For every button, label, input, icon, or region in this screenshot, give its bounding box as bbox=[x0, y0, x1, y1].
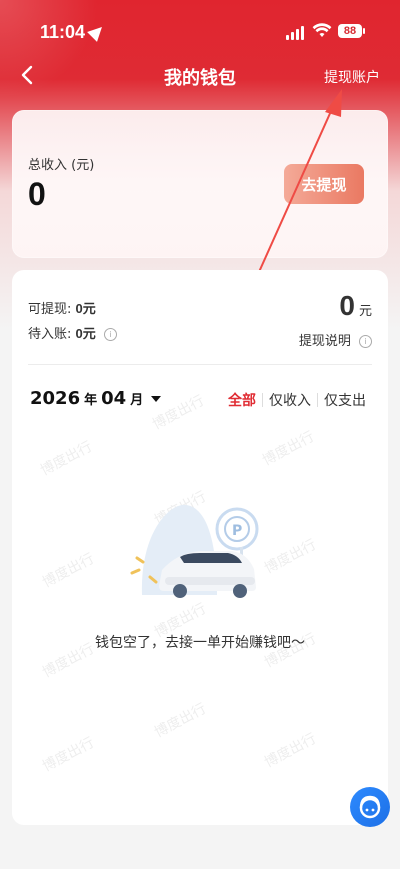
wifi-icon bbox=[312, 23, 332, 37]
filter-all[interactable]: 全部 bbox=[222, 390, 262, 410]
status-bar: 11:04 88 bbox=[0, 0, 400, 60]
customer-service-button[interactable] bbox=[350, 787, 390, 827]
withdraw-explain-link[interactable]: 提现说明 i bbox=[299, 330, 372, 349]
month-value: 04 bbox=[101, 388, 127, 409]
withdraw-amount: 0 bbox=[339, 290, 355, 321]
annotation-arrow bbox=[258, 89, 342, 273]
watermark: 博度出行 bbox=[39, 734, 97, 776]
pending-row: 待入账: 0元 i bbox=[28, 322, 117, 347]
watermark: 博度出行 bbox=[259, 428, 317, 470]
customer-service-icon bbox=[359, 795, 381, 819]
month-selector[interactable]: 2026 年 04 月 bbox=[30, 388, 162, 409]
signal-icon bbox=[286, 26, 308, 40]
year-suffix: 年 bbox=[84, 393, 98, 408]
year-value: 2026 bbox=[30, 388, 81, 409]
filter-income-only[interactable]: 仅收入 bbox=[263, 390, 317, 410]
withdraw-unit: 元 bbox=[358, 304, 372, 319]
withdraw-summary: 0元 提现说明 i bbox=[299, 290, 372, 349]
empty-wallet-illustration: P bbox=[130, 504, 259, 598]
month-suffix: 月 bbox=[130, 393, 144, 408]
watermark: 博度出行 bbox=[151, 700, 209, 742]
location-arrow-icon bbox=[87, 22, 107, 42]
battery-indicator: 88 bbox=[338, 24, 365, 38]
balance-summary: 可提现: 0元 待入账: 0元 i bbox=[28, 297, 117, 347]
watermark: 博度出行 bbox=[37, 438, 95, 480]
total-income-value: 0 bbox=[28, 176, 46, 212]
watermark: 博度出行 bbox=[261, 730, 319, 772]
transaction-filter-tabs: 全部 仅收入 仅支出 bbox=[222, 390, 372, 410]
status-time: 11:04 bbox=[40, 22, 86, 42]
withdraw-explain-label: 提现说明 bbox=[298, 334, 351, 349]
withdrawable-row: 可提现: 0元 bbox=[28, 297, 117, 322]
dropdown-caret-icon bbox=[151, 395, 162, 402]
pending-value: 0元 bbox=[75, 326, 96, 341]
withdrawable-value: 0元 bbox=[75, 301, 96, 316]
watermark: 博度出行 bbox=[39, 550, 97, 592]
svg-text:P: P bbox=[232, 523, 242, 539]
divider bbox=[28, 364, 372, 365]
info-icon: i bbox=[359, 335, 372, 348]
empty-state-message: 钱包空了，去接一单开始赚钱吧～ bbox=[95, 635, 305, 651]
total-income-label: 总收入 (元) bbox=[28, 158, 95, 173]
info-icon[interactable]: i bbox=[103, 328, 117, 341]
filter-expense-only[interactable]: 仅支出 bbox=[318, 390, 372, 410]
wallet-detail-card: 可提现: 0元 待入账: 0元 i 0元 提现说明 i 2026 年 04 月 全部 … bbox=[12, 270, 388, 825]
pending-label: 待入账: bbox=[28, 327, 72, 342]
withdrawable-label: 可提现: bbox=[28, 302, 72, 317]
